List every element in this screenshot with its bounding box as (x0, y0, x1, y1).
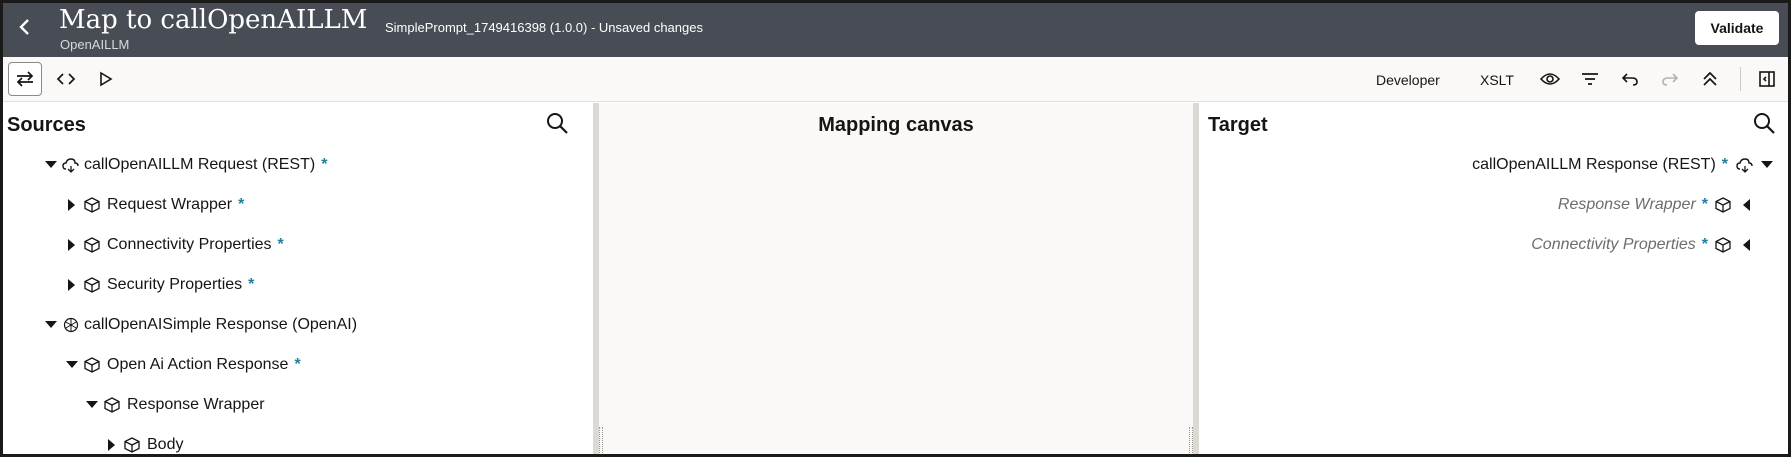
required-marker: * (321, 156, 328, 173)
required-marker: * (238, 196, 245, 213)
redo-button[interactable] (1653, 62, 1687, 96)
tree-node-body[interactable]: Body (105, 432, 184, 454)
undo-icon (1621, 73, 1638, 86)
panel-toggle-button[interactable] (1750, 62, 1784, 96)
eye-icon (1540, 73, 1560, 85)
panel-toggle-icon (1759, 71, 1775, 87)
required-marker: * (248, 276, 255, 293)
caret-left-icon[interactable] (1740, 238, 1754, 252)
sources-title: Sources (7, 114, 86, 136)
sources-panel: Sources callOpenAILLM Request (REST) * R… (3, 103, 593, 454)
cube-icon (83, 356, 101, 374)
caret-down-icon[interactable] (65, 358, 79, 372)
tree-node-label: Open Ai Action Response (107, 356, 289, 373)
caret-right-icon[interactable] (65, 198, 79, 212)
required-marker: * (1701, 236, 1708, 253)
tree-node-label: callOpenAILLM Request (REST) (84, 156, 316, 173)
caret-down-icon[interactable] (44, 318, 58, 332)
tree-node-label: Connectivity Properties (1531, 236, 1696, 253)
search-icon[interactable] (545, 111, 569, 135)
search-icon[interactable] (1752, 111, 1776, 135)
tree-node-request-wrapper[interactable]: Request Wrapper * (65, 192, 244, 218)
swap-icon (16, 71, 34, 87)
xslt-mode-toggle[interactable]: XSLT (1480, 72, 1514, 88)
collapse-all-icon (1703, 71, 1717, 86)
caret-down-icon[interactable] (1760, 158, 1774, 172)
canvas-left-grip[interactable] (599, 427, 603, 453)
rest-cloud-icon (1736, 156, 1754, 174)
required-marker: * (277, 236, 284, 253)
collapse-all-button[interactable] (1693, 62, 1727, 96)
cube-icon (123, 436, 141, 454)
caret-down-icon[interactable] (44, 158, 58, 172)
code-icon (56, 73, 76, 85)
back-button[interactable] (13, 13, 37, 41)
caret-down-icon[interactable] (85, 398, 99, 412)
code-view-button[interactable] (49, 62, 83, 96)
tree-node-openai-response[interactable]: callOpenAISimple Response (OpenAI) (44, 312, 357, 338)
page-subtitle: OpenAILLM (60, 37, 130, 52)
rest-cloud-icon (62, 156, 80, 174)
cube-icon (1714, 236, 1732, 254)
tree-node-label: Body (147, 436, 184, 453)
caret-right-icon[interactable] (65, 278, 79, 292)
tree-node-target-response-wrapper[interactable]: Response Wrapper * (1558, 192, 1754, 218)
caret-left-icon[interactable] (1740, 198, 1754, 212)
tree-node-label: callOpenAISimple Response (OpenAI) (84, 316, 358, 333)
cube-icon (1714, 196, 1732, 214)
tree-node-response-rest[interactable]: callOpenAILLM Response (REST) * (1472, 152, 1774, 178)
toolbar: Developer XSLT (3, 57, 1788, 102)
test-button[interactable] (89, 62, 123, 96)
required-marker: * (1721, 156, 1728, 173)
redo-icon (1662, 73, 1679, 86)
cube-icon (103, 396, 121, 414)
tree-node-label: Security Properties (107, 276, 243, 293)
chevron-left-icon (19, 19, 29, 35)
swap-view-button[interactable] (8, 62, 42, 96)
canvas-title: Mapping canvas (818, 114, 974, 136)
tree-node-label: Request Wrapper (107, 196, 233, 213)
tree-node-open-ai-action-response[interactable]: Open Ai Action Response * (65, 352, 301, 378)
tree-node-label: callOpenAILLM Response (REST) (1472, 156, 1716, 173)
view-options-button[interactable] (1533, 62, 1567, 96)
tree-node-label: Connectivity Properties (107, 236, 272, 253)
cube-icon (83, 196, 101, 214)
mapper-window: Map to callOpenAILLM OpenAILLM SimplePro… (0, 0, 1791, 457)
tree-node-target-connectivity-properties[interactable]: Connectivity Properties * (1531, 232, 1754, 258)
tree-node-label: Response Wrapper (127, 396, 265, 413)
tree-node-label: Response Wrapper (1557, 196, 1696, 213)
caret-right-icon[interactable] (105, 438, 119, 452)
tree-node-connectivity-properties[interactable]: Connectivity Properties * (65, 232, 284, 258)
target-panel: Target callOpenAILLM Response (REST) * R… (1199, 103, 1788, 454)
validate-button[interactable]: Validate (1695, 11, 1779, 45)
play-icon (100, 71, 113, 87)
required-marker: * (294, 356, 301, 373)
tree-node-response-wrapper[interactable]: Response Wrapper (85, 392, 265, 418)
toolbar-divider (1740, 67, 1741, 91)
required-marker: * (1701, 196, 1708, 213)
cube-icon (83, 236, 101, 254)
target-title: Target (1208, 114, 1268, 136)
tree-node-request-rest[interactable]: callOpenAILLM Request (REST) * (44, 152, 327, 178)
filter-button[interactable] (1573, 62, 1607, 96)
header-bar: Map to callOpenAILLM OpenAILLM SimplePro… (3, 3, 1788, 57)
tree-node-security-properties[interactable]: Security Properties * (65, 272, 254, 298)
developer-mode-toggle[interactable]: Developer (1376, 72, 1440, 88)
undo-button[interactable] (1613, 62, 1647, 96)
mapping-canvas[interactable]: Mapping canvas (599, 103, 1193, 454)
integration-status: SimplePrompt_1749416398 (1.0.0) - Unsave… (385, 20, 703, 35)
caret-right-icon[interactable] (65, 238, 79, 252)
filter-icon (1582, 73, 1598, 85)
cube-icon (83, 276, 101, 294)
openai-icon (62, 316, 80, 334)
page-title: Map to callOpenAILLM (59, 5, 368, 35)
